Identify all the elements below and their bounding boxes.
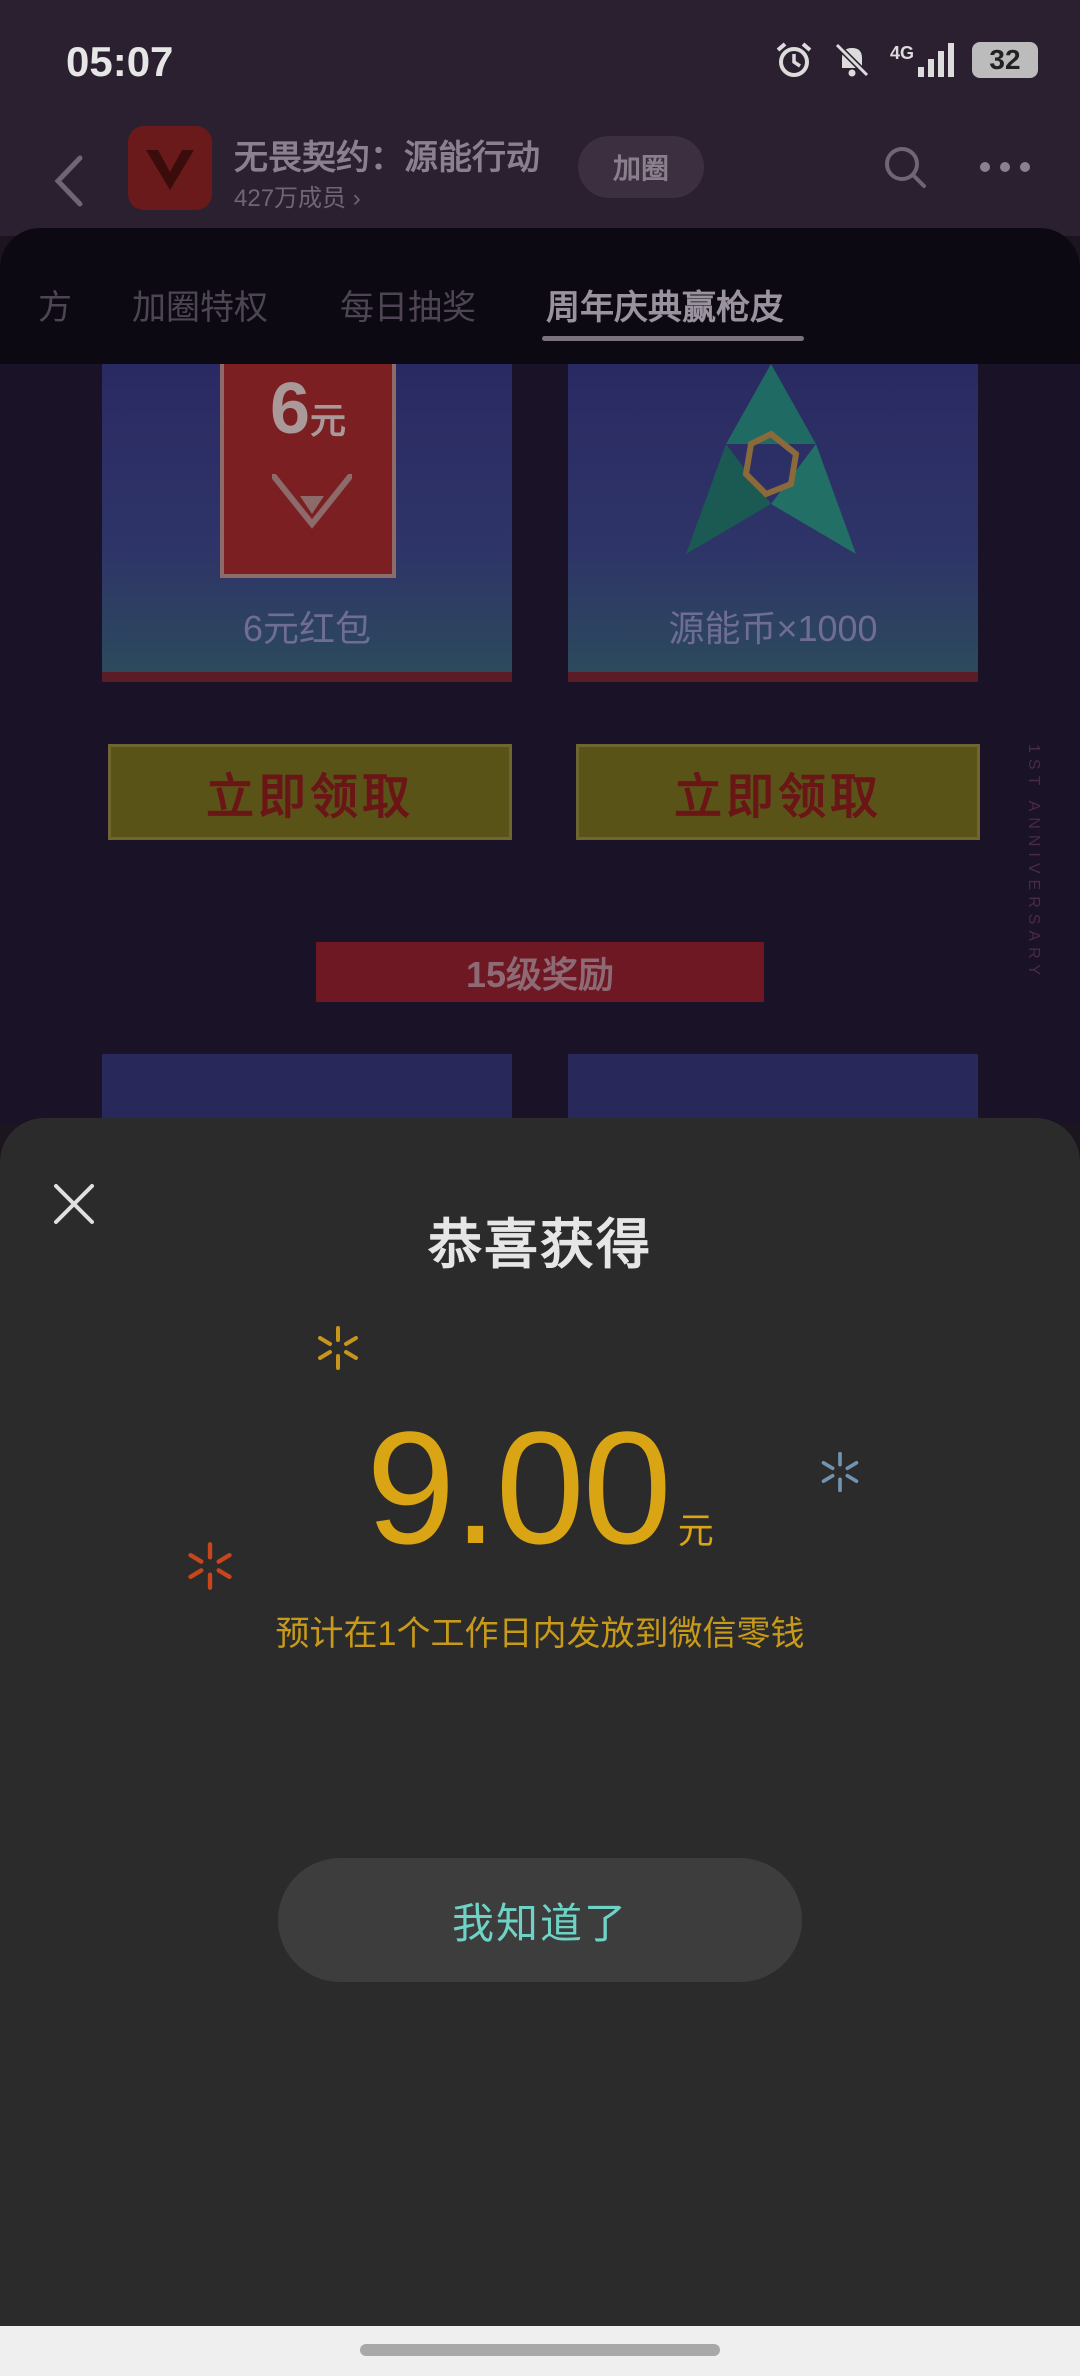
tab-daily-draw[interactable]: 每日抽奖: [340, 280, 476, 329]
redpack-amount-unit: 元: [310, 400, 347, 441]
more-icon[interactable]: [980, 162, 1040, 176]
app-logo-mark: [146, 150, 194, 190]
dialog-title: 恭喜获得: [428, 1215, 652, 1275]
tab-join-privileges[interactable]: 加圈特权: [132, 280, 268, 329]
level-reward-banner: 15级奖励: [316, 942, 764, 1002]
battery-level: 32: [989, 44, 1021, 75]
status-icons: 4G 32: [774, 40, 1038, 80]
app-logo[interactable]: [128, 126, 212, 210]
redpack-amount: 6元: [224, 368, 392, 450]
anniversary-side-text: 1ST ANNIVERSARY: [1025, 744, 1042, 982]
reward-dialog: 恭喜获得 9.00 元 预计在1个工作日内发放到微信零钱 我知道了: [0, 1118, 1080, 2326]
join-circle-button[interactable]: 加圈: [578, 136, 704, 198]
crystal-icon: [686, 364, 856, 554]
confirm-button[interactable]: 我知道了: [278, 1858, 802, 1982]
tab-anniversary[interactable]: 周年庆典赢枪皮: [546, 280, 784, 329]
home-indicator[interactable]: [360, 2344, 720, 2356]
system-nav-bar: [0, 2326, 1080, 2376]
redpack-amount-number: 6: [269, 369, 311, 449]
reward-name: 6元红包: [242, 608, 372, 649]
bell-off-icon: [834, 42, 870, 78]
redpack-badge: 6元: [220, 364, 396, 578]
status-bar: 05:07 4G 32: [0, 0, 1080, 126]
sparkle-icon: [318, 1326, 358, 1370]
reward-card-next: [568, 1054, 978, 1124]
alarm-icon: [776, 42, 812, 77]
tab-active-indicator: [542, 336, 804, 341]
network-type: 4G: [889, 43, 914, 63]
payout-note: 预计在1个工作日内发放到微信零钱: [275, 1615, 805, 1653]
back-icon[interactable]: [40, 146, 100, 216]
signal-icon: [918, 43, 954, 77]
redpack-logo-icon: [272, 474, 352, 529]
chevron-right-icon: ›: [352, 185, 361, 212]
tab-bar: 方 加圈特权 每日抽奖 周年庆典赢枪皮: [0, 228, 1080, 364]
reward-card-redpack: 6元 6元红包: [102, 364, 512, 682]
member-count[interactable]: 427万成员 ›: [234, 178, 361, 213]
tab-partial[interactable]: 方: [38, 280, 72, 329]
reward-card-next: [102, 1054, 512, 1124]
app-title[interactable]: 无畏契约：源能行动: [234, 130, 540, 179]
member-count-text: 427万成员: [234, 185, 347, 212]
reward-amount: 9.00 元: [0, 1408, 1080, 1568]
rewards-content: 6元 6元红包 源能币×1000 立即领取 立即领取 15级奖励 1ST ANN…: [0, 364, 1080, 1124]
status-time: 05:07: [66, 38, 174, 85]
amount-value: 9.00: [366, 1398, 671, 1577]
app-header: 无畏契约：源能行动 427万成员 › 加圈: [0, 126, 1080, 236]
battery-icon: 32: [972, 42, 1038, 78]
claim-button[interactable]: 立即领取: [576, 744, 980, 840]
amount-unit: 元: [677, 1510, 714, 1551]
reward-card-coins: 源能币×1000: [568, 364, 978, 682]
claim-button[interactable]: 立即领取: [108, 744, 512, 840]
reward-name: 源能币×1000: [668, 608, 878, 649]
search-icon[interactable]: [880, 142, 930, 192]
